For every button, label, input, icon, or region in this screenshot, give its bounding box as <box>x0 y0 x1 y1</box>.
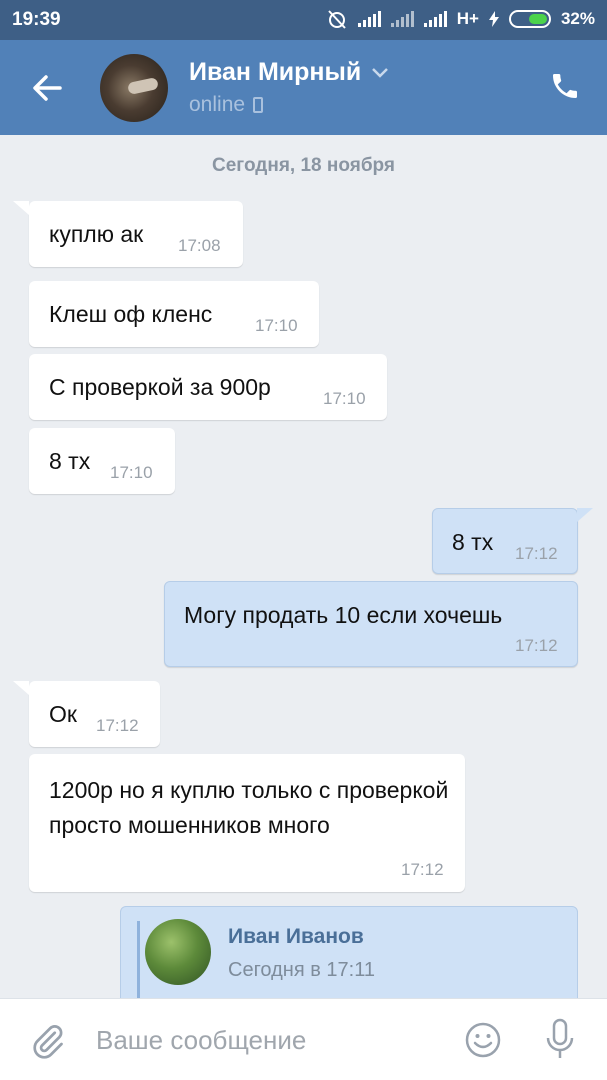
message-time: 17:12 <box>515 544 558 563</box>
contact-status: online <box>189 93 264 117</box>
forwarded-message[interactable]: Иван Иванов Сегодня в 17:11 <box>120 906 578 998</box>
message-time: 17:12 <box>515 636 558 655</box>
contact-name[interactable]: Иван Мирный <box>189 58 389 87</box>
composer <box>0 998 607 1080</box>
message-incoming[interactable]: Ок 17:12 <box>13 681 160 747</box>
attach-icon[interactable] <box>30 1021 66 1061</box>
message-text: Могу продать 10 если хочешь <box>184 602 503 628</box>
status-label: online <box>189 93 246 116</box>
message-time: 17:10 <box>323 389 366 408</box>
battery-icon <box>508 10 551 28</box>
back-arrow-icon[interactable] <box>30 70 66 106</box>
smile-icon[interactable] <box>464 1021 502 1059</box>
message-incoming[interactable]: С проверкой за 900р 17:10 <box>29 354 387 420</box>
message-time: 17:12 <box>96 716 139 735</box>
mobile-icon <box>253 97 264 113</box>
forwarded-date: Сегодня в 17:11 <box>228 959 375 981</box>
message-time: 17:12 <box>401 860 444 879</box>
message-list[interactable]: Сегодня, 18 ноября куплю ак 17:08 Клеш о… <box>0 135 607 998</box>
call-icon[interactable] <box>549 70 581 102</box>
signal-icon <box>357 11 381 27</box>
message-time: 17:08 <box>178 236 221 255</box>
message-text: 1200р но я куплю только с проверкой прос… <box>49 777 449 838</box>
status-time: 19:39 <box>12 9 61 30</box>
battery-percent: 32% <box>560 9 595 28</box>
message-text: 8 тх <box>49 448 91 474</box>
mic-icon[interactable] <box>544 1017 576 1061</box>
message-outgoing[interactable]: Могу продать 10 если хочешь 17:12 <box>164 581 578 667</box>
forwarded-avatar <box>145 919 211 985</box>
status-bar: 19:39 H+ 32% <box>0 0 607 40</box>
avatar[interactable] <box>100 54 168 122</box>
message-text: Клеш оф кленс <box>49 301 213 327</box>
message-outgoing[interactable]: 8 тх 17:12 <box>432 508 593 574</box>
message-text: куплю ак <box>49 221 144 247</box>
message-incoming[interactable]: 8 тх 17:10 <box>29 428 175 494</box>
signal-2-icon <box>390 11 414 27</box>
message-incoming[interactable]: Клеш оф кленс 17:10 <box>29 281 319 347</box>
message-text: Ок <box>49 701 77 727</box>
status-icons: H+ 32% <box>326 9 595 29</box>
charging-icon <box>488 11 499 27</box>
message-incoming[interactable]: 1200р но я куплю только с проверкой прос… <box>29 754 465 892</box>
contact-name-label: Иван Мирный <box>189 58 362 86</box>
chat-header: Иван Мирный online <box>0 40 607 135</box>
message-text: С проверкой за 900р <box>49 374 271 400</box>
chevron-down-icon[interactable] <box>371 67 389 79</box>
message-time: 17:10 <box>110 463 153 482</box>
date-separator: Сегодня, 18 ноября <box>212 155 395 176</box>
message-time: 17:10 <box>255 316 298 335</box>
message-incoming[interactable]: куплю ак 17:08 <box>13 201 243 267</box>
message-text: 8 тх <box>452 529 494 555</box>
signal-3-icon <box>423 11 447 27</box>
forwarded-author[interactable]: Иван Иванов <box>228 925 364 949</box>
message-input[interactable] <box>96 1017 436 1063</box>
forward-bar <box>137 921 140 998</box>
alarm-off-icon <box>328 10 346 29</box>
network-type: H+ <box>456 9 479 28</box>
